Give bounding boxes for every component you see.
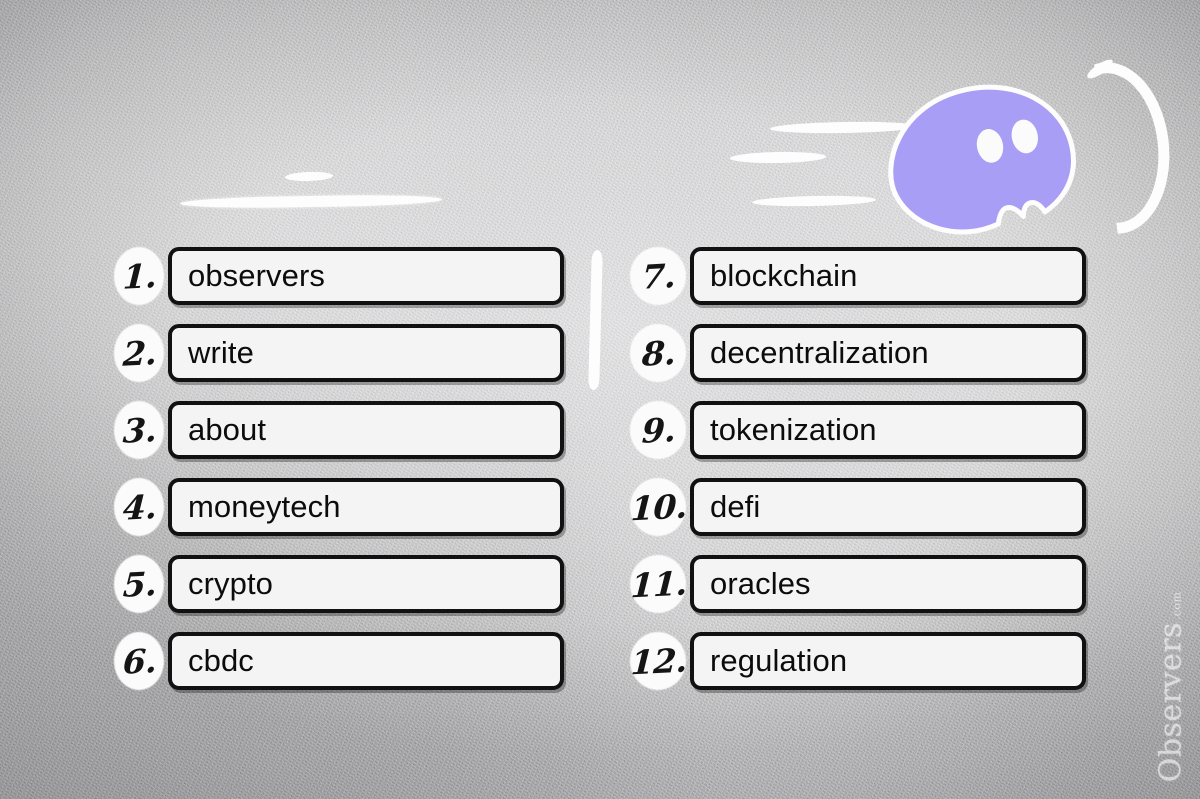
list-chip[interactable]: about [168, 401, 564, 459]
number-label: 1. [122, 255, 158, 297]
list-chip[interactable]: write [168, 324, 564, 382]
chip-label: regulation [710, 642, 848, 678]
list-chip[interactable]: regulation [690, 632, 1086, 690]
poster-canvas: 1. observers 2. write 3. about 4. moneyt… [0, 0, 1200, 799]
list-item[interactable]: 4. moneytech [110, 477, 564, 537]
chip-label: defi [710, 488, 761, 524]
list-item[interactable]: 1. observers [110, 246, 564, 306]
list-number: 11. [626, 555, 690, 613]
list-number: 5. [110, 555, 168, 613]
list-item[interactable]: 5. crypto [110, 554, 564, 614]
list-number: 4. [110, 478, 168, 536]
list-number: 9. [626, 401, 690, 459]
list-item[interactable]: 8. decentralization [626, 323, 1086, 383]
list-chip[interactable]: blockchain [690, 247, 1086, 305]
list-column-left: 1. observers 2. write 3. about 4. moneyt… [110, 246, 564, 708]
list-chip[interactable]: oracles [690, 555, 1086, 613]
list-chip[interactable]: tokenization [690, 401, 1086, 459]
list-item[interactable]: 12. regulation [626, 631, 1086, 691]
list-number: 8. [626, 324, 690, 382]
number-label: 6. [122, 640, 158, 682]
list-column-right: 7. blockchain 8. decentralization 9. tok… [626, 246, 1086, 708]
chip-label: blockchain [710, 257, 858, 293]
chip-label: crypto [188, 565, 274, 601]
list-number: 1. [110, 247, 168, 305]
list-chip[interactable]: cbdc [168, 632, 564, 690]
number-label: 8. [641, 332, 677, 374]
list-item[interactable]: 6. cbdc [110, 631, 564, 691]
chip-label: tokenization [710, 411, 877, 447]
number-label: 3. [122, 409, 158, 451]
chip-label: moneytech [188, 488, 341, 524]
list-chip[interactable]: moneytech [168, 478, 564, 536]
list-item[interactable]: 11. oracles [626, 554, 1086, 614]
list-number: 12. [626, 632, 690, 690]
list-number: 7. [626, 247, 690, 305]
chip-label: write [188, 334, 254, 370]
number-label: 5. [122, 563, 158, 605]
list-chip[interactable]: crypto [168, 555, 564, 613]
list-chip[interactable]: observers [168, 247, 564, 305]
number-label: 7. [641, 255, 677, 297]
chip-label: about [188, 411, 267, 447]
list-number: 2. [110, 324, 168, 382]
chip-label: cbdc [188, 642, 254, 678]
list-item[interactable]: 2. write [110, 323, 564, 383]
chip-label: oracles [710, 565, 811, 601]
list-item[interactable]: 7. blockchain [626, 246, 1086, 306]
list-number: 6. [110, 632, 168, 690]
list-item[interactable]: 10. defi [626, 477, 1086, 537]
list-chip[interactable]: defi [690, 478, 1086, 536]
chip-label: decentralization [710, 334, 929, 370]
number-label: 11. [629, 563, 689, 605]
number-label: 2. [122, 332, 158, 374]
list-item[interactable]: 3. about [110, 400, 564, 460]
number-label: 12. [629, 640, 689, 682]
number-label: 9. [641, 409, 677, 451]
list-number: 3. [110, 401, 168, 459]
list-chip[interactable]: decentralization [690, 324, 1086, 382]
list-item[interactable]: 9. tokenization [626, 400, 1086, 460]
list-number: 10. [626, 478, 690, 536]
number-label: 4. [122, 486, 158, 528]
number-label: 10. [629, 486, 689, 528]
chip-label: observers [188, 257, 326, 293]
